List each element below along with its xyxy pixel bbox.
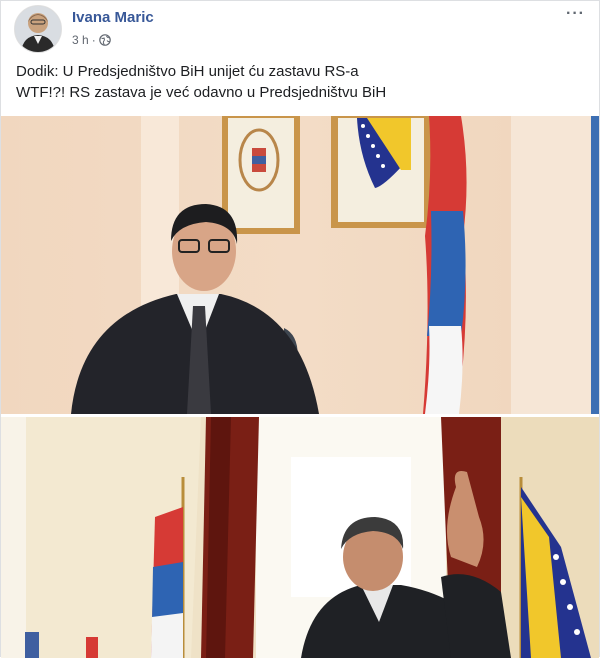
author-name[interactable]: Ivana Maric [72, 9, 154, 26]
post-meta: 3 h · [72, 33, 111, 47]
meta-separator: · [91, 33, 96, 47]
post-text-line-2: WTF!?! RS zastava je već odavno u Predsj… [16, 84, 387, 101]
post-text-line-1: Dodik: U Predsjedništvo BiH unijet ću za… [16, 63, 359, 80]
author-avatar[interactable] [14, 5, 62, 53]
globe-icon[interactable] [98, 34, 111, 46]
post-header: Ivana Maric 3 h · ··· [14, 5, 589, 53]
post-photo-2[interactable] [1, 417, 599, 658]
post-photo-1[interactable] [1, 116, 599, 414]
post-text: Dodik: U Predsjedništvo BiH unijet ću za… [16, 61, 586, 103]
more-options-icon[interactable]: ··· [566, 5, 585, 23]
timestamp[interactable]: 3 h [72, 33, 89, 47]
facebook-post: Ivana Maric 3 h · ··· Dodik: U Predsjedn… [0, 0, 600, 658]
